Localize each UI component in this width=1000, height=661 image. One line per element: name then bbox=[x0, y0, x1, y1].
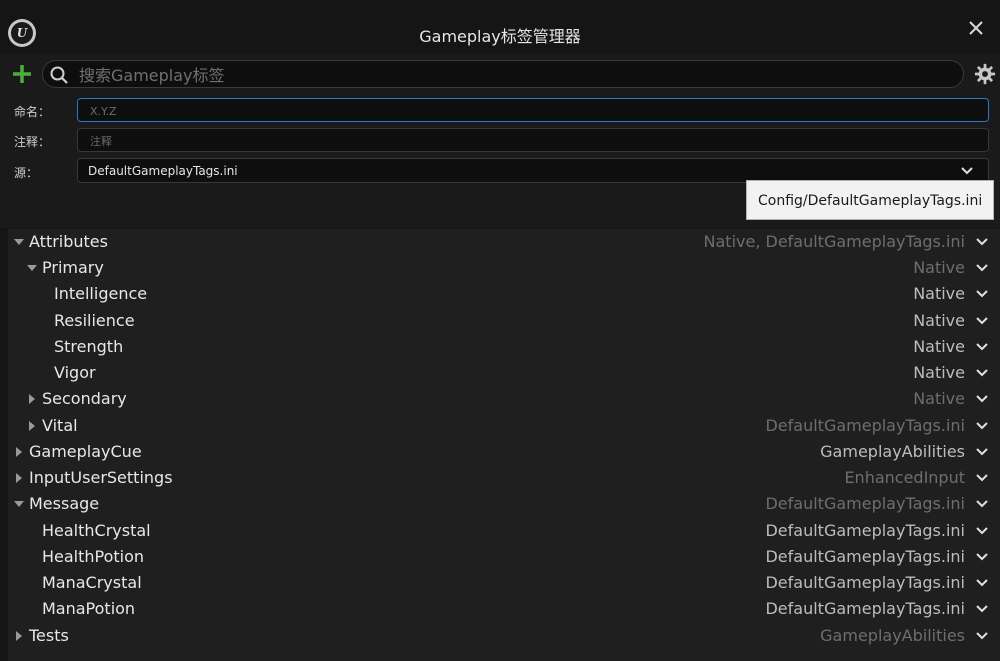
tree-row[interactable]: Vigor Native bbox=[8, 360, 1000, 386]
tree-row[interactable]: Message DefaultGameplayTags.ini bbox=[8, 491, 1000, 517]
tag-name: InputUserSettings bbox=[29, 468, 173, 487]
tag-name: Secondary bbox=[42, 389, 127, 408]
tag-name: Primary bbox=[42, 258, 104, 277]
row-options-chevron-icon[interactable] bbox=[976, 604, 988, 614]
row-options-chevron-icon[interactable] bbox=[976, 631, 988, 641]
plus-icon bbox=[13, 65, 31, 83]
tag-source: Native bbox=[913, 337, 965, 356]
collapsed-arrow-icon[interactable] bbox=[27, 394, 37, 404]
tag-name: Vital bbox=[42, 416, 78, 435]
title-bar: U Gameplay标签管理器 bbox=[0, 0, 1000, 54]
source-value: DefaultGameplayTags.ini bbox=[88, 164, 238, 178]
row-options-chevron-icon[interactable] bbox=[976, 263, 988, 273]
tree-row[interactable]: HealthCrystal DefaultGameplayTags.ini bbox=[8, 518, 1000, 544]
tag-source: Native bbox=[913, 389, 965, 408]
tag-source: Native bbox=[913, 258, 965, 277]
tag-source: DefaultGameplayTags.ini bbox=[765, 573, 965, 592]
comment-field[interactable] bbox=[77, 128, 989, 153]
tree-row[interactable]: InputUserSettings EnhancedInput bbox=[8, 465, 1000, 491]
row-options-chevron-icon[interactable] bbox=[976, 394, 988, 404]
source-dropdown-option[interactable]: Config/DefaultGameplayTags.ini bbox=[746, 180, 994, 220]
row-options-chevron-icon[interactable] bbox=[976, 552, 988, 562]
row-options-chevron-icon[interactable] bbox=[976, 421, 988, 431]
row-options-chevron-icon[interactable] bbox=[976, 237, 988, 247]
tag-source: EnhancedInput bbox=[844, 468, 965, 487]
tree-row[interactable]: Strength Native bbox=[8, 334, 1000, 360]
row-options-chevron-icon[interactable] bbox=[976, 473, 988, 483]
row-options-chevron-icon[interactable] bbox=[976, 447, 988, 457]
tree-row[interactable]: Vital DefaultGameplayTags.ini bbox=[8, 413, 1000, 439]
comment-label: 注释： bbox=[14, 135, 51, 149]
tree-row[interactable]: Intelligence Native bbox=[8, 281, 1000, 307]
search-input[interactable] bbox=[77, 61, 941, 89]
collapsed-arrow-icon[interactable] bbox=[14, 473, 24, 483]
tag-source: GameplayAbilities bbox=[820, 626, 965, 645]
tag-name: Resilience bbox=[54, 311, 135, 330]
tag-source: GameplayAbilities bbox=[820, 442, 965, 461]
tree-row[interactable]: GameplayCue GameplayAbilities bbox=[8, 439, 1000, 465]
tree-row[interactable]: Tests GameplayAbilities bbox=[8, 623, 1000, 649]
tree-row[interactable]: Primary Native bbox=[8, 255, 1000, 281]
expanded-arrow-icon[interactable] bbox=[27, 263, 37, 273]
tree-row[interactable]: ManaCrystal DefaultGameplayTags.ini bbox=[8, 570, 1000, 596]
close-icon bbox=[969, 21, 983, 35]
tree-row[interactable]: Secondary Native bbox=[8, 386, 1000, 412]
tag-name: Vigor bbox=[54, 363, 96, 382]
chevron-down-icon bbox=[961, 167, 973, 175]
settings-gear-icon[interactable] bbox=[974, 63, 996, 85]
tag-name: Attributes bbox=[29, 232, 108, 251]
tag-source: DefaultGameplayTags.ini bbox=[765, 599, 965, 618]
expanded-arrow-icon[interactable] bbox=[14, 237, 24, 247]
tag-name: GameplayCue bbox=[29, 442, 142, 461]
tag-source: Native, DefaultGameplayTags.ini bbox=[703, 232, 965, 251]
row-options-chevron-icon[interactable] bbox=[976, 526, 988, 536]
tag-name: HealthCrystal bbox=[42, 521, 151, 540]
comment-input[interactable] bbox=[88, 129, 972, 153]
collapsed-arrow-icon[interactable] bbox=[14, 631, 24, 641]
tag-name: Message bbox=[29, 494, 100, 513]
tag-source: Native bbox=[913, 363, 965, 382]
tag-source: DefaultGameplayTags.ini bbox=[765, 547, 965, 566]
tag-tree: Attributes Native, DefaultGameplayTags.in… bbox=[8, 229, 1000, 661]
window-title: Gameplay标签管理器 bbox=[419, 27, 581, 46]
tag-name: ManaPotion bbox=[42, 599, 136, 618]
tag-source: DefaultGameplayTags.ini bbox=[765, 521, 965, 540]
tree-row[interactable]: Attributes Native, DefaultGameplayTags.in… bbox=[8, 229, 1000, 255]
expanded-arrow-icon[interactable] bbox=[14, 499, 24, 509]
tag-source: Native bbox=[913, 284, 965, 303]
tag-name: HealthPotion bbox=[42, 547, 145, 566]
name-input[interactable] bbox=[88, 99, 972, 123]
tree-row[interactable]: ManaPotion DefaultGameplayTags.ini bbox=[8, 596, 1000, 622]
collapsed-arrow-icon[interactable] bbox=[27, 421, 37, 431]
search-icon bbox=[50, 66, 68, 84]
collapsed-arrow-icon[interactable] bbox=[14, 447, 24, 457]
tag-source: DefaultGameplayTags.ini bbox=[765, 416, 965, 435]
row-options-chevron-icon[interactable] bbox=[976, 368, 988, 378]
tag-source: Native bbox=[913, 311, 965, 330]
tag-name: Tests bbox=[29, 626, 69, 645]
row-options-chevron-icon[interactable] bbox=[976, 578, 988, 588]
tree-row[interactable]: Resilience Native bbox=[8, 308, 1000, 334]
tag-name: ManaCrystal bbox=[42, 573, 142, 592]
close-button[interactable] bbox=[966, 18, 986, 38]
tag-name: Intelligence bbox=[54, 284, 148, 303]
tree-row[interactable]: HealthPotion DefaultGameplayTags.ini bbox=[8, 544, 1000, 570]
name-field[interactable] bbox=[77, 98, 989, 123]
tag-name: Strength bbox=[54, 337, 124, 356]
tag-source: DefaultGameplayTags.ini bbox=[765, 494, 965, 513]
toolbar bbox=[0, 54, 1000, 94]
source-label: 源： bbox=[14, 166, 39, 180]
name-label: 命名： bbox=[14, 105, 51, 119]
row-options-chevron-icon[interactable] bbox=[976, 499, 988, 509]
search-box[interactable] bbox=[42, 60, 964, 89]
row-options-chevron-icon[interactable] bbox=[976, 316, 988, 326]
add-tag-button[interactable] bbox=[10, 62, 34, 86]
row-options-chevron-icon[interactable] bbox=[976, 342, 988, 352]
row-options-chevron-icon[interactable] bbox=[976, 289, 988, 299]
